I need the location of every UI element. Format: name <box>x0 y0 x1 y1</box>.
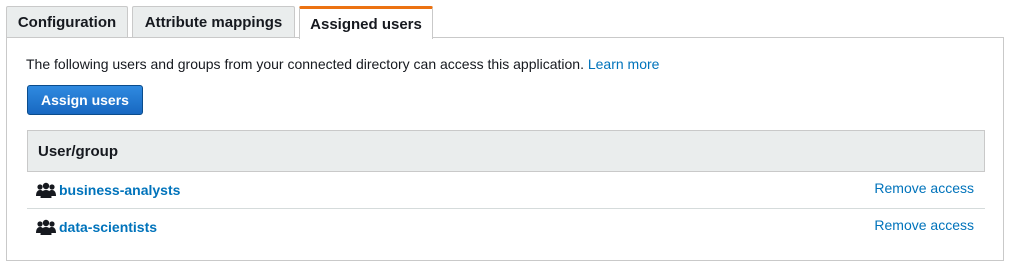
remove-access-link[interactable]: Remove access <box>874 217 974 233</box>
description-label: The following users and groups from your… <box>26 56 584 72</box>
group-icon <box>36 219 56 235</box>
tab-configuration[interactable]: Configuration <box>6 6 128 38</box>
users-groups-table: User/group business-analysts Remove acce… <box>27 130 985 246</box>
tab-assigned-users[interactable]: Assigned users <box>299 6 433 39</box>
learn-more-link[interactable]: Learn more <box>588 56 660 72</box>
group-name-link[interactable]: business-analysts <box>59 182 180 198</box>
table-row: business-analysts Remove access <box>27 172 985 209</box>
assign-users-button[interactable]: Assign users <box>27 85 143 115</box>
tab-bar: Configuration Attribute mappings Assigne… <box>6 6 437 39</box>
description-text: The following users and groups from your… <box>26 56 659 72</box>
column-header-user-group: User/group <box>38 142 119 160</box>
table-row: data-scientists Remove access <box>27 209 985 246</box>
assigned-users-panel: The following users and groups from your… <box>6 37 1004 261</box>
table-header: User/group <box>27 130 985 172</box>
group-name-link[interactable]: data-scientists <box>59 219 157 235</box>
tab-attribute-mappings[interactable]: Attribute mappings <box>132 6 295 38</box>
remove-access-link[interactable]: Remove access <box>874 180 974 196</box>
group-icon <box>36 182 56 198</box>
